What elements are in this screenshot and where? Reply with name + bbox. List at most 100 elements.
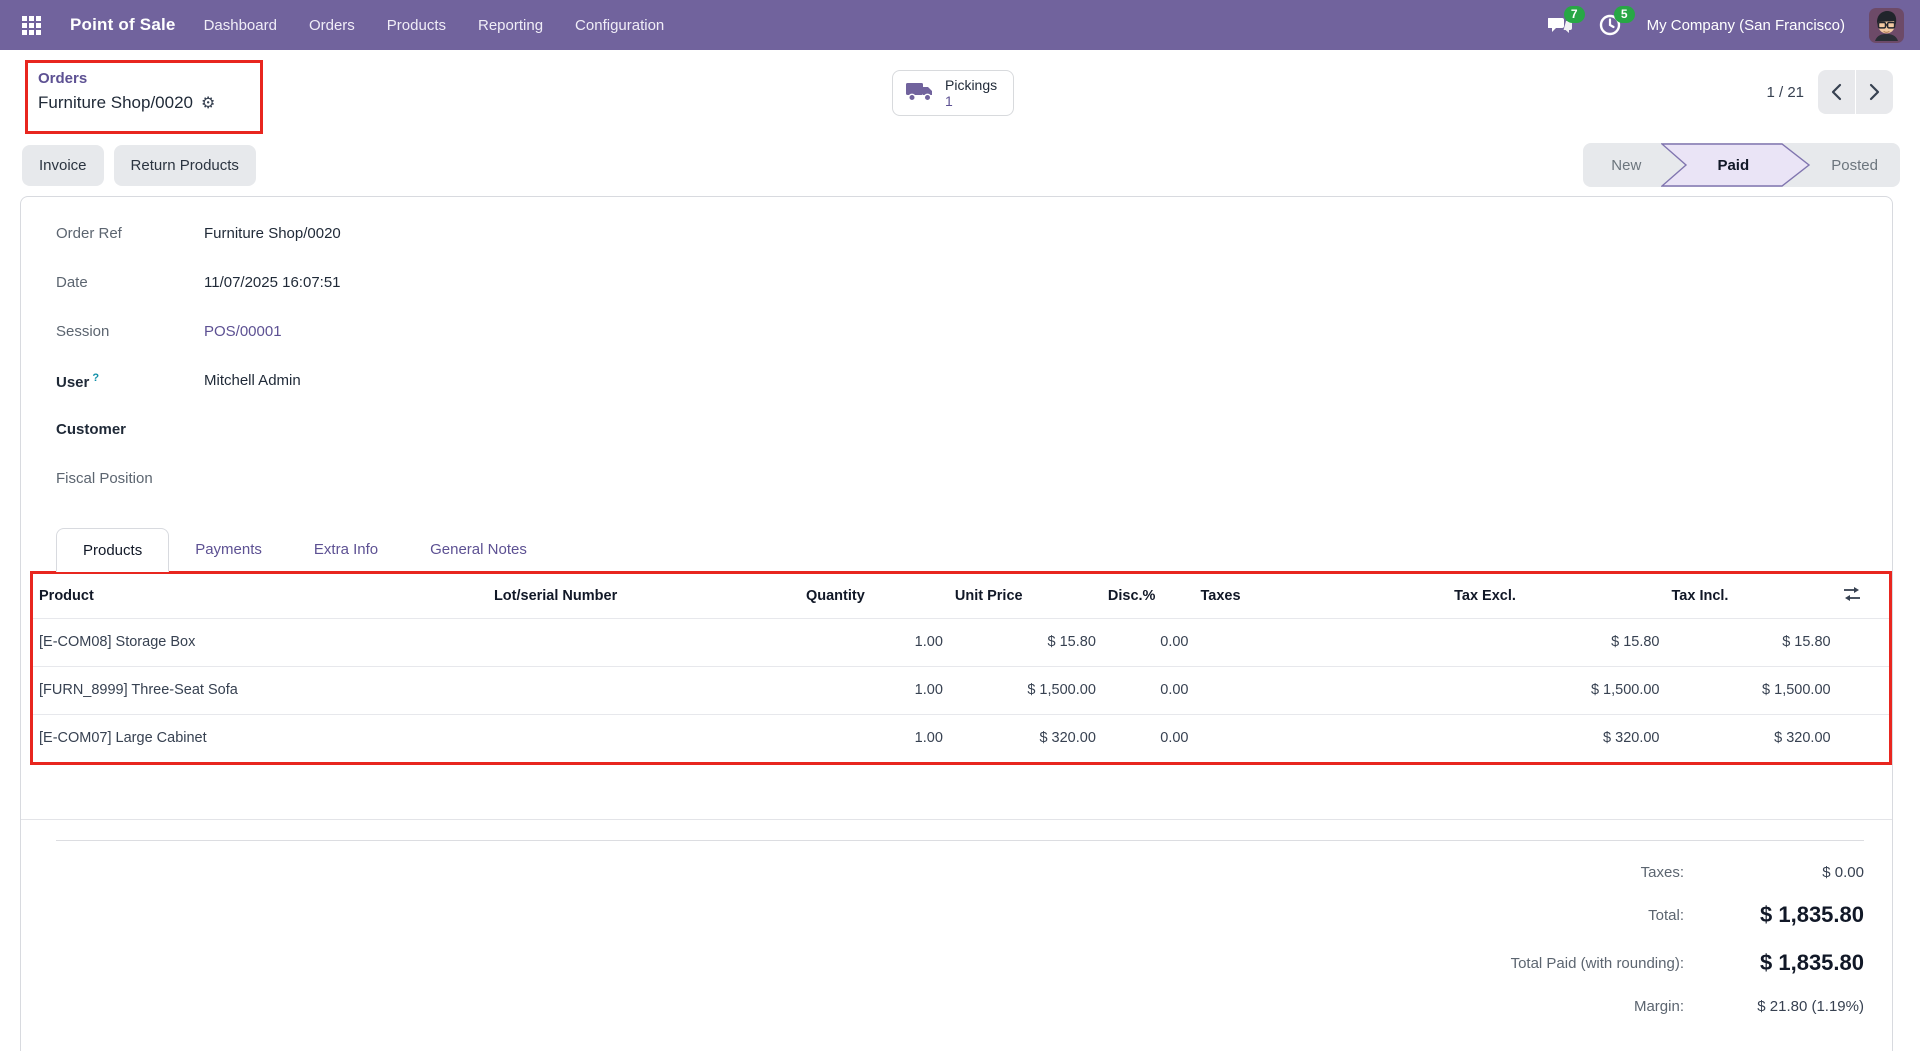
field-date: Date 11/07/2025 16:07:51 bbox=[56, 272, 1892, 321]
lot-cell bbox=[488, 618, 800, 666]
order-totals: Taxes: $ 0.00 Total: $ 1,835.80 Total Pa… bbox=[21, 841, 1892, 1025]
tab-payments[interactable]: Payments bbox=[169, 527, 288, 571]
menu-orders[interactable]: Orders bbox=[309, 17, 355, 34]
breadcrumb-orders-link[interactable]: Orders bbox=[38, 69, 250, 89]
total-paid-value: $ 1,835.80 bbox=[1684, 950, 1864, 976]
menu-dashboard[interactable]: Dashboard bbox=[204, 17, 277, 34]
menu-configuration[interactable]: Configuration bbox=[575, 17, 664, 34]
tab-general-notes[interactable]: General Notes bbox=[404, 527, 553, 571]
action-gear-icon[interactable]: ⚙ bbox=[201, 95, 215, 111]
field-user: User? Mitchell Admin bbox=[56, 370, 1892, 419]
messages-icon[interactable]: 7 bbox=[1547, 13, 1573, 37]
status-paid-label: Paid bbox=[1661, 143, 1805, 187]
session-link[interactable]: POS/00001 bbox=[204, 321, 282, 340]
tax-excl-cell: $ 320.00 bbox=[1448, 714, 1665, 762]
field-fiscal-position: Fiscal Position bbox=[56, 468, 1892, 517]
col-unit-price-header[interactable]: Unit Price bbox=[949, 574, 1102, 618]
user-label: User? bbox=[56, 370, 204, 391]
annotation-box-table: Product Lot/serial Number Quantity Unit … bbox=[30, 571, 1892, 765]
status-posted[interactable]: Posted bbox=[1811, 157, 1898, 174]
user-value[interactable]: Mitchell Admin bbox=[204, 370, 301, 389]
customer-label: Customer bbox=[56, 419, 204, 438]
taxes-total-label: Taxes: bbox=[1641, 864, 1684, 881]
return-products-button[interactable]: Return Products bbox=[114, 145, 256, 186]
main-menu: Dashboard Orders Products Reporting Conf… bbox=[204, 17, 665, 34]
pager-next-button[interactable] bbox=[1856, 70, 1893, 114]
lot-cell bbox=[488, 714, 800, 762]
total-paid-label: Total Paid (with rounding): bbox=[1511, 955, 1684, 972]
breadcrumb: Orders Furniture Shop/0020 ⚙ bbox=[25, 60, 263, 134]
optional-columns-icon[interactable] bbox=[1843, 590, 1861, 606]
col-disc-header[interactable]: Disc.% bbox=[1102, 574, 1195, 618]
control-panel: Orders Furniture Shop/0020 ⚙ Pickings 1 … bbox=[0, 50, 1920, 134]
col-taxes-header[interactable]: Taxes bbox=[1194, 574, 1448, 618]
form-fields: Order Ref Furniture Shop/0020 Date 11/07… bbox=[21, 197, 1892, 517]
table-header-row: Product Lot/serial Number Quantity Unit … bbox=[33, 574, 1889, 618]
taxes-total-row: Taxes: $ 0.00 bbox=[1641, 853, 1864, 891]
disc-cell: 0.00 bbox=[1102, 618, 1195, 666]
quantity-cell: 1.00 bbox=[800, 666, 949, 714]
pickings-label: Pickings bbox=[945, 77, 997, 93]
notebook-tabs: Products Payments Extra Info General Not… bbox=[21, 525, 1892, 571]
field-order-ref: Order Ref Furniture Shop/0020 bbox=[56, 223, 1892, 272]
unit-price-cell: $ 1,500.00 bbox=[949, 666, 1102, 714]
pager-value: 1 / 21 bbox=[1766, 84, 1804, 101]
session-label: Session bbox=[56, 321, 204, 340]
tax-incl-cell: $ 15.80 bbox=[1666, 618, 1837, 666]
product-link[interactable]: [FURN_8999] Three-Seat Sofa bbox=[33, 666, 488, 714]
tab-extra-info[interactable]: Extra Info bbox=[288, 527, 404, 571]
tax-incl-cell: $ 320.00 bbox=[1666, 714, 1837, 762]
col-tax-excl-header[interactable]: Tax Excl. bbox=[1448, 574, 1665, 618]
table-row[interactable]: [FURN_8999] Three-Seat Sofa 1.00 $ 1,500… bbox=[33, 666, 1889, 714]
margin-row: Margin: $ 21.80 (1.19%) bbox=[1634, 987, 1864, 1025]
company-switcher[interactable]: My Company (San Francisco) bbox=[1647, 17, 1845, 34]
col-tax-incl-header[interactable]: Tax Incl. bbox=[1666, 574, 1837, 618]
status-paid[interactable]: Paid bbox=[1661, 143, 1811, 187]
statusbar: New Paid Posted bbox=[1583, 143, 1900, 187]
invoice-button[interactable]: Invoice bbox=[22, 145, 104, 186]
status-new[interactable]: New bbox=[1591, 157, 1661, 174]
order-ref-label: Order Ref bbox=[56, 223, 204, 242]
pager: 1 / 21 bbox=[1766, 70, 1893, 114]
taxes-cell bbox=[1194, 618, 1448, 666]
product-link[interactable]: [E-COM07] Large Cabinet bbox=[33, 714, 488, 762]
form-sheet: Order Ref Furniture Shop/0020 Date 11/07… bbox=[20, 196, 1893, 1051]
user-avatar[interactable] bbox=[1869, 8, 1904, 43]
quantity-cell: 1.00 bbox=[800, 714, 949, 762]
apps-grid-icon[interactable] bbox=[18, 12, 44, 38]
pickings-smart-button[interactable]: Pickings 1 bbox=[892, 70, 1014, 116]
disc-cell: 0.00 bbox=[1102, 714, 1195, 762]
table-row[interactable]: [E-COM07] Large Cabinet 1.00 $ 320.00 0.… bbox=[33, 714, 1889, 762]
unit-price-cell: $ 320.00 bbox=[949, 714, 1102, 762]
field-customer: Customer bbox=[56, 419, 1892, 468]
taxes-cell bbox=[1194, 714, 1448, 762]
activities-icon[interactable]: 5 bbox=[1597, 13, 1623, 37]
tax-excl-cell: $ 1,500.00 bbox=[1448, 666, 1665, 714]
activities-badge: 5 bbox=[1614, 6, 1635, 23]
menu-reporting[interactable]: Reporting bbox=[478, 17, 543, 34]
app-title[interactable]: Point of Sale bbox=[70, 15, 176, 35]
tax-excl-cell: $ 15.80 bbox=[1448, 618, 1665, 666]
col-product-header[interactable]: Product bbox=[33, 574, 488, 618]
margin-label: Margin: bbox=[1634, 998, 1684, 1015]
margin-value: $ 21.80 (1.19%) bbox=[1684, 998, 1864, 1015]
table-row[interactable]: [E-COM08] Storage Box 1.00 $ 15.80 0.00 … bbox=[33, 618, 1889, 666]
date-value[interactable]: 11/07/2025 16:07:51 bbox=[204, 272, 341, 291]
unit-price-cell: $ 15.80 bbox=[949, 618, 1102, 666]
grand-total-label: Total: bbox=[1648, 907, 1684, 924]
lot-cell bbox=[488, 666, 800, 714]
tab-products[interactable]: Products bbox=[56, 528, 169, 572]
menu-products[interactable]: Products bbox=[387, 17, 446, 34]
help-icon[interactable]: ? bbox=[92, 372, 99, 384]
product-lines-table: Product Lot/serial Number Quantity Unit … bbox=[33, 574, 1889, 762]
fiscal-position-label: Fiscal Position bbox=[56, 468, 204, 487]
page-title: Furniture Shop/0020 bbox=[38, 91, 193, 115]
col-quantity-header[interactable]: Quantity bbox=[800, 574, 949, 618]
empty-line-area[interactable] bbox=[21, 765, 1892, 820]
product-link[interactable]: [E-COM08] Storage Box bbox=[33, 618, 488, 666]
pager-previous-button[interactable] bbox=[1818, 70, 1855, 114]
order-ref-value[interactable]: Furniture Shop/0020 bbox=[204, 223, 341, 242]
pickings-count: 1 bbox=[945, 93, 997, 109]
col-lot-header[interactable]: Lot/serial Number bbox=[488, 574, 800, 618]
tax-incl-cell: $ 1,500.00 bbox=[1666, 666, 1837, 714]
